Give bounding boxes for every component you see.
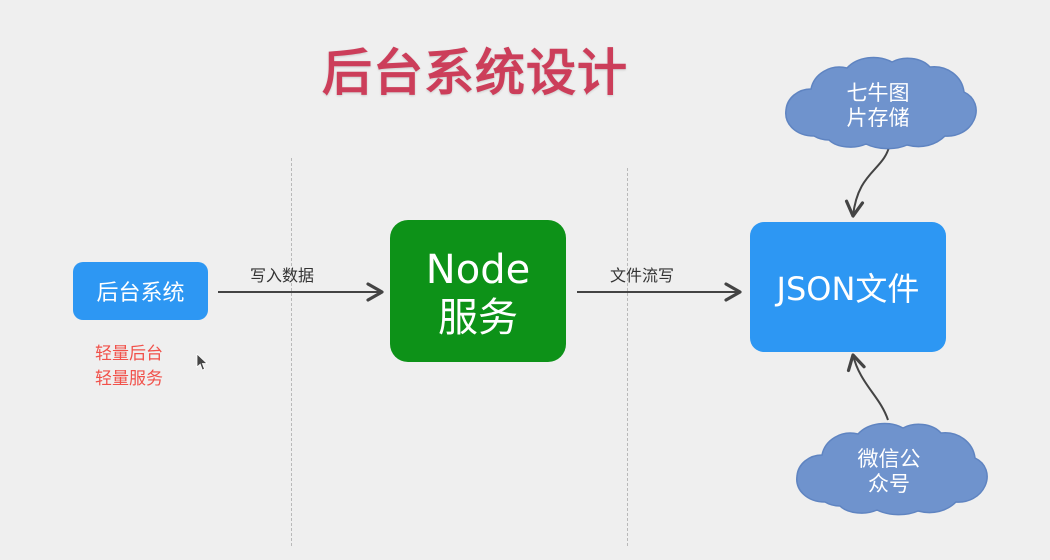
qiniu-line-2: 片存储: [846, 106, 910, 130]
node-service-line-2: 服务: [438, 295, 518, 341]
json-file-label: JSON文件: [776, 270, 920, 308]
admin-system-box: 后台系统: [73, 262, 208, 320]
node-service-box: Node 服务: [390, 220, 566, 362]
admin-note-line-1: 轻量后台: [95, 344, 163, 364]
arrow-qiniu-to-json: [844, 142, 891, 218]
node-service-line-1: Node: [425, 247, 531, 293]
json-file-box: JSON文件: [750, 222, 946, 352]
file-stream-label: 文件流写: [610, 266, 675, 285]
admin-system-label: 后台系统: [96, 281, 185, 306]
wechat-official-account-label: 微信公 众号: [787, 420, 991, 516]
admin-notes: 轻量后台 轻量服务: [95, 342, 163, 392]
wechat-line-1: 微信公: [857, 446, 921, 471]
qiniu-storage-cloud: 七牛图 片存储: [776, 54, 980, 150]
admin-note-line-2: 轻量服务: [95, 369, 163, 389]
arrow-wechat-to-json: [846, 353, 889, 421]
mouse-cursor-icon: [196, 353, 208, 371]
qiniu-storage-label: 七牛图 片存储: [776, 54, 980, 150]
write-data-label: 写入数据: [250, 266, 315, 285]
wechat-official-account-cloud: 微信公 众号: [787, 420, 991, 516]
qiniu-line-1: 七牛图: [846, 80, 910, 105]
diagram-canvas: 后台系统设计 后台系统 轻量后台 轻量服务 写入数据 文件流写 Node 服务 …: [0, 0, 1050, 560]
wechat-line-2: 众号: [868, 472, 910, 496]
